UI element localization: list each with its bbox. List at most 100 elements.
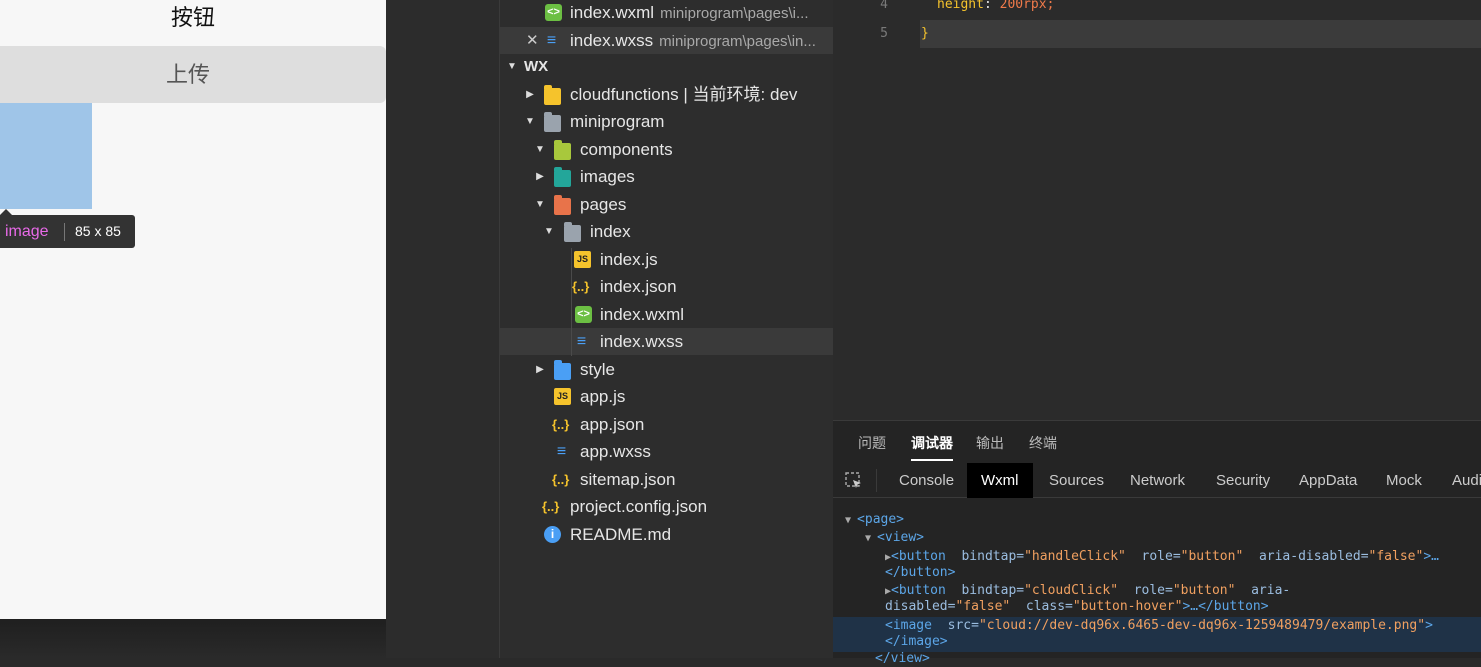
tab-appdata[interactable]: AppData xyxy=(1299,463,1357,498)
tab-security[interactable]: Security xyxy=(1216,463,1270,498)
tree-item-label: sitemap.json xyxy=(580,470,676,489)
wxml-node-button-1[interactable]: ▶<button bindtap="handleClick" role="but… xyxy=(885,549,1439,566)
tree-item-images[interactable]: ▶ images xyxy=(500,163,833,190)
tree-item-label: index.wxss xyxy=(600,332,684,351)
wxml-node-button-2-cont: disabled="false" class="button-hover">…<… xyxy=(885,599,1269,615)
attr-value: "button" xyxy=(1180,549,1244,564)
wxml-node-image[interactable]: <image src="cloud://dev-dq96x.6465-dev-d… xyxy=(885,618,1433,634)
chevron-right-icon: ▶ xyxy=(536,171,544,182)
tree-item-app-json[interactable]: {..} app.json xyxy=(500,411,833,438)
project-name: WX xyxy=(524,58,549,75)
wxml-node-page[interactable]: ▼ <page> xyxy=(845,512,904,529)
tree-item-label: README.md xyxy=(570,525,672,544)
tree-item-label: app.json xyxy=(580,415,645,434)
tree-item-index-wxml[interactable]: <> index.wxml xyxy=(500,301,833,328)
inspect-element-icon[interactable] xyxy=(845,472,863,490)
open-file-index-wxml[interactable]: <> index.wxml miniprogram\pages\i... xyxy=(500,0,833,26)
open-file-index-wxss[interactable]: ✕ ≡ index.wxss miniprogram\pages\in... xyxy=(500,27,833,54)
wxml-node-view[interactable]: ▼ <view> xyxy=(865,530,924,547)
attr-value: "cloud://dev-dq96x.6465-dev-dq96x-125948… xyxy=(978,618,1426,633)
attr-name: bindtap xyxy=(961,583,1017,598)
attr-name: class= xyxy=(1025,599,1073,614)
wxss-icon: ≡ xyxy=(576,333,587,350)
tab-terminal[interactable]: 终端 xyxy=(1029,421,1057,463)
chevron-down-icon: ▼ xyxy=(525,116,535,127)
tree-item-label: pages xyxy=(580,195,627,214)
tree-item-components[interactable]: ▼ components xyxy=(500,136,833,163)
tree-item-label: index.js xyxy=(600,250,658,269)
tooltip-size: 85 x 85 xyxy=(75,223,121,239)
simulator-gutter xyxy=(386,0,499,658)
tree-item-index-js[interactable]: JS index.js xyxy=(500,246,833,273)
code-line-5[interactable]: } xyxy=(921,26,929,41)
tab-audits[interactable]: Audi xyxy=(1452,463,1481,498)
attr-name: src= xyxy=(947,618,979,633)
tree-item-index-wxss[interactable]: ≡ index.wxss xyxy=(500,328,833,355)
tree-item-sitemap-json[interactable]: {..} sitemap.json xyxy=(500,466,833,493)
tree-item-miniprogram[interactable]: ▼ miniprogram xyxy=(500,108,833,135)
devtools-top-tabs: 问题 调试器 输出 终端 xyxy=(833,421,1481,463)
json-icon: {..} xyxy=(572,279,590,294)
tree-item-pages[interactable]: ▼ pages xyxy=(500,191,833,218)
code-line-4[interactable]: height: 200rpx; xyxy=(937,0,1054,12)
tab-network[interactable]: Network xyxy=(1130,463,1185,498)
wxml-node-button-2[interactable]: ▶<button bindtap="cloudClick" role="butt… xyxy=(885,583,1290,600)
tab-debugger[interactable]: 调试器 xyxy=(911,421,953,463)
attr-name: disabled= xyxy=(885,599,956,614)
tab-output[interactable]: 输出 xyxy=(976,421,1004,463)
wxml-close-image: </image> xyxy=(885,634,948,649)
image-highlight[interactable] xyxy=(0,103,92,209)
folder-icon xyxy=(554,360,571,380)
upload-button[interactable]: 上传 xyxy=(0,46,386,103)
tab-mock[interactable]: Mock xyxy=(1386,463,1422,498)
tree-item-index-folder[interactable]: ▼ index xyxy=(500,218,833,245)
attr-name: bindtap xyxy=(961,549,1017,564)
open-file-path: miniprogram\pages\i... xyxy=(660,5,809,22)
tree-item-style[interactable]: ▶ style xyxy=(500,356,833,383)
tree-item-app-js[interactable]: JS app.js xyxy=(500,383,833,410)
tree-item-label: index.json xyxy=(600,277,677,296)
current-line-highlight xyxy=(920,20,1481,48)
wxml-icon: <> xyxy=(575,306,592,323)
tree-item-label: components xyxy=(580,140,673,159)
tree-item-project-config-json[interactable]: {..} project.config.json xyxy=(500,493,833,520)
wxml-tag: <image xyxy=(885,618,932,633)
close-icon[interactable]: ✕ xyxy=(526,27,539,54)
expand-down-icon: ▼ xyxy=(845,515,858,526)
expand-down-icon: ▼ xyxy=(865,533,878,544)
json-icon: {..} xyxy=(552,472,570,487)
simulator-shadow xyxy=(0,619,386,658)
attr-value: "button" xyxy=(1172,583,1236,598)
attr-name: aria- xyxy=(1251,583,1291,598)
tree-item-label: app.wxss xyxy=(580,442,651,461)
project-header[interactable]: ▼ WX xyxy=(500,53,833,80)
tab-wxml[interactable]: Wxml xyxy=(967,463,1033,498)
tab-console[interactable]: Console xyxy=(899,463,954,498)
tree-item-cloudfunctions[interactable]: ▶ cloudfunctions | 当前环境: dev xyxy=(500,81,833,108)
folder-icon xyxy=(554,195,571,215)
tree-item-label: app.js xyxy=(580,387,626,406)
attr-name: role xyxy=(1141,549,1173,564)
tree-item-app-wxss[interactable]: ≡ app.wxss xyxy=(500,438,833,465)
open-file-name: index.wxss xyxy=(570,31,654,50)
tree-item-label: images xyxy=(580,167,635,186)
code-editor[interactable] xyxy=(833,0,1481,420)
button-component[interactable]: 按钮 xyxy=(0,0,386,40)
wxml-tag: <button xyxy=(891,549,946,564)
js-icon: JS xyxy=(574,251,591,268)
tree-item-readme[interactable]: i README.md xyxy=(500,521,833,548)
attr-value: "button-hover" xyxy=(1072,599,1183,614)
folder-icon xyxy=(564,222,581,242)
tab-problems[interactable]: 问题 xyxy=(858,421,886,463)
info-icon: i xyxy=(544,526,561,543)
tab-sources[interactable]: Sources xyxy=(1049,463,1104,498)
wxml-close-button-1: </button> xyxy=(885,565,956,580)
open-file-path: miniprogram\pages\in... xyxy=(659,33,816,50)
debugger-tabs: Console Wxml Sources Network Security Ap… xyxy=(833,463,1481,498)
indent-guide xyxy=(571,248,572,356)
wxml-tag: >…</button> xyxy=(1182,599,1269,614)
attr-value: "false" xyxy=(1368,549,1424,564)
attr-value: "false" xyxy=(955,599,1011,614)
json-icon: {..} xyxy=(552,417,570,432)
tree-item-index-json[interactable]: {..} index.json xyxy=(500,273,833,300)
